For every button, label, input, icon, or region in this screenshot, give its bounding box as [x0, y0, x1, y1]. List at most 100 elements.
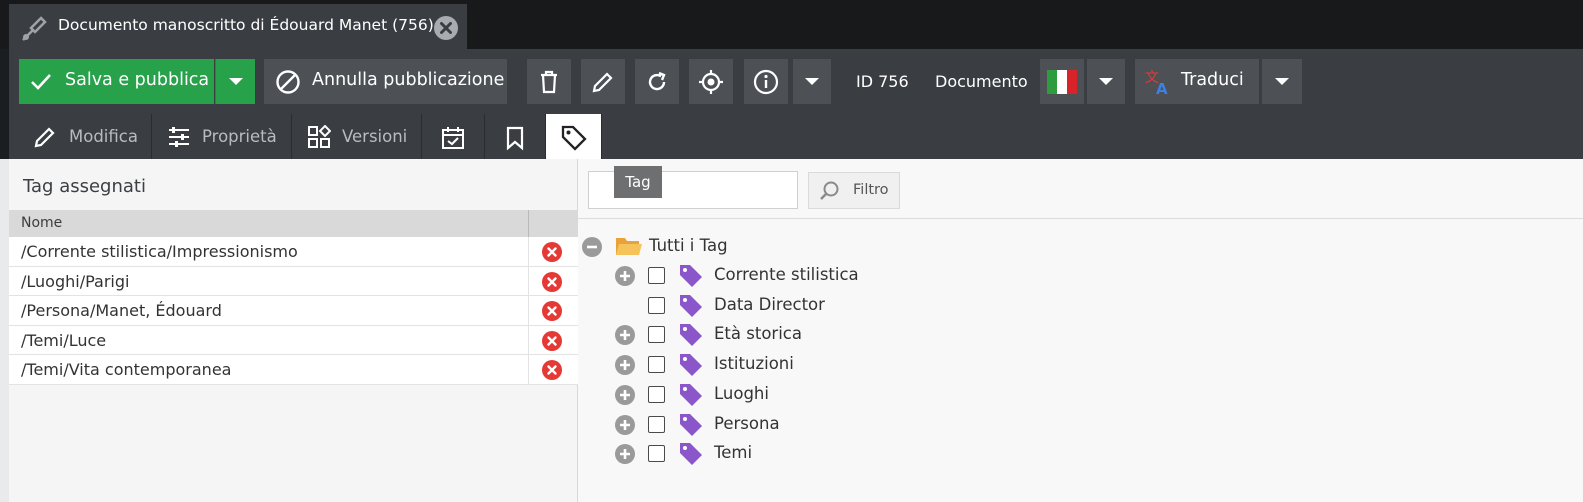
- unpublish-label: Annulla pubblicazione: [312, 70, 505, 90]
- reload-button[interactable]: [635, 59, 679, 104]
- tag-icon: [680, 295, 702, 317]
- tree-item-label[interactable]: Età storica: [714, 324, 802, 343]
- translate-dropdown[interactable]: [1262, 59, 1302, 104]
- close-tab-icon[interactable]: [434, 16, 458, 40]
- tab-properties[interactable]: Proprietà: [152, 114, 292, 159]
- translate-button[interactable]: 文 A Traduci: [1135, 59, 1259, 104]
- tab-versions[interactable]: Versioni: [292, 114, 422, 159]
- language-flag-button[interactable]: [1040, 59, 1084, 104]
- unpublish-button[interactable]: Annulla pubblicazione: [264, 59, 507, 104]
- document-tab[interactable]: Documento manoscritto di Édouard Manet (…: [9, 4, 467, 49]
- tag-icon: [680, 354, 702, 376]
- document-id: ID 756: [856, 72, 909, 91]
- info-button[interactable]: [744, 59, 788, 104]
- tag-checkbox[interactable]: [648, 267, 665, 284]
- italy-flag-icon: [1047, 69, 1077, 94]
- versions-icon: [308, 125, 331, 148]
- calendar-check-icon: [442, 127, 464, 149]
- chevron-down-icon: [1099, 77, 1113, 85]
- expand-icon[interactable]: [615, 355, 635, 375]
- checkmark-icon: [31, 74, 51, 90]
- cell-separator: [528, 296, 529, 325]
- tag-checkbox[interactable]: [648, 416, 665, 433]
- locate-in-tree-button[interactable]: [689, 59, 733, 104]
- tree-item-label[interactable]: Corrente stilistica: [714, 265, 859, 284]
- translate-label: Traduci: [1181, 70, 1244, 90]
- sliders-icon: [169, 127, 189, 147]
- tree-item-label[interactable]: Istituzioni: [714, 354, 794, 373]
- expand-icon[interactable]: [615, 266, 635, 286]
- pencil-icon: [34, 127, 55, 148]
- cell-separator: [528, 266, 529, 296]
- edit-button[interactable]: [581, 59, 625, 104]
- grid-header: Nome: [9, 210, 578, 237]
- tab-tags[interactable]: [546, 114, 602, 159]
- table-row[interactable]: /Temi/Luce: [9, 325, 578, 355]
- tab-edit-label: Modifica: [69, 127, 138, 146]
- tag-checkbox[interactable]: [648, 386, 665, 403]
- tag-checkbox[interactable]: [648, 297, 665, 314]
- remove-tag-icon[interactable]: [542, 360, 562, 380]
- tab-edit[interactable]: Modifica: [9, 114, 152, 159]
- pencil-icon: [592, 71, 613, 92]
- more-options-dropdown[interactable]: [793, 59, 831, 104]
- chevron-down-icon: [228, 77, 243, 85]
- tag-tooltip: Tag: [614, 166, 662, 198]
- tree-item-label[interactable]: Data Director: [714, 295, 825, 314]
- expand-icon[interactable]: [615, 325, 635, 345]
- main-toolbar: Salva e pubblica Annulla pubblicazione I…: [9, 49, 1583, 110]
- tag-checkbox[interactable]: [648, 356, 665, 373]
- tag-checkbox[interactable]: [648, 445, 665, 462]
- filter-bar: Filtro: [578, 159, 1583, 219]
- remove-tag-icon[interactable]: [542, 330, 562, 351]
- editor-tabs: Modifica Proprietà Versioni: [9, 110, 1583, 159]
- folder-open-icon: [616, 238, 642, 255]
- save-options-dropdown[interactable]: [215, 59, 255, 104]
- table-row[interactable]: /Corrente stilistica/Impressionismo: [9, 237, 578, 267]
- tree-item-label[interactable]: Temi: [714, 443, 752, 462]
- table-row[interactable]: /Persona/Manet, Édouard: [9, 296, 578, 326]
- tree-item-label[interactable]: Persona: [714, 414, 780, 433]
- bookmark-icon: [506, 126, 524, 151]
- tag-icon: [680, 324, 702, 346]
- expand-icon[interactable]: [615, 415, 635, 435]
- tab-schedule[interactable]: [422, 114, 485, 159]
- feather-pen-icon: [22, 16, 47, 41]
- tag-path: /Temi/Luce: [21, 330, 107, 350]
- assigned-tags-title: Tag assegnati: [23, 176, 146, 197]
- document-tab-title: Documento manoscritto di Édouard Manet (…: [58, 16, 434, 34]
- table-row[interactable]: /Temi/Vita contemporanea: [9, 355, 578, 385]
- tag-path: /Luoghi/Parigi: [21, 271, 130, 291]
- tag-icon: [680, 443, 702, 465]
- remove-tag-icon[interactable]: [542, 242, 562, 262]
- table-row[interactable]: /Luoghi/Parigi: [9, 266, 578, 296]
- tree-item-label[interactable]: Luoghi: [714, 384, 769, 403]
- info-icon: [753, 69, 779, 94]
- tag-path: /Corrente stilistica/Impressionismo: [21, 242, 298, 261]
- tab-bookmarks[interactable]: [485, 114, 546, 159]
- tab-properties-label: Proprietà: [202, 127, 277, 146]
- tag-checkbox[interactable]: [648, 326, 665, 343]
- save-publish-button[interactable]: Salva e pubblica: [19, 59, 214, 104]
- expand-icon[interactable]: [615, 444, 635, 464]
- chevron-down-icon: [1275, 77, 1289, 85]
- assigned-tags-panel: Tag assegnati Nome /Corrente stilistica/…: [9, 159, 578, 502]
- language-dropdown[interactable]: [1087, 59, 1125, 104]
- column-name-header[interactable]: Nome: [21, 215, 62, 231]
- remove-tag-icon[interactable]: [542, 301, 562, 321]
- document-type: Documento: [935, 72, 1028, 91]
- remove-tag-icon[interactable]: [542, 271, 562, 292]
- collapse-icon[interactable]: [582, 237, 602, 257]
- translate-icon: 文 A: [1145, 70, 1168, 96]
- filter-button[interactable]: Filtro: [808, 172, 900, 209]
- search-icon: [820, 181, 839, 200]
- delete-button[interactable]: [527, 59, 571, 104]
- tag-path: /Temi/Vita contemporanea: [21, 360, 232, 379]
- chevron-down-icon: [805, 77, 819, 85]
- expand-icon[interactable]: [615, 385, 635, 405]
- tag-tree-panel: Filtro Tutti i Tag Corrente stilistica D…: [578, 159, 1583, 502]
- tree-root-label[interactable]: Tutti i Tag: [649, 236, 728, 255]
- svg-text:A: A: [1156, 80, 1168, 96]
- crosshair-icon: [699, 69, 723, 94]
- block-icon: [276, 70, 300, 94]
